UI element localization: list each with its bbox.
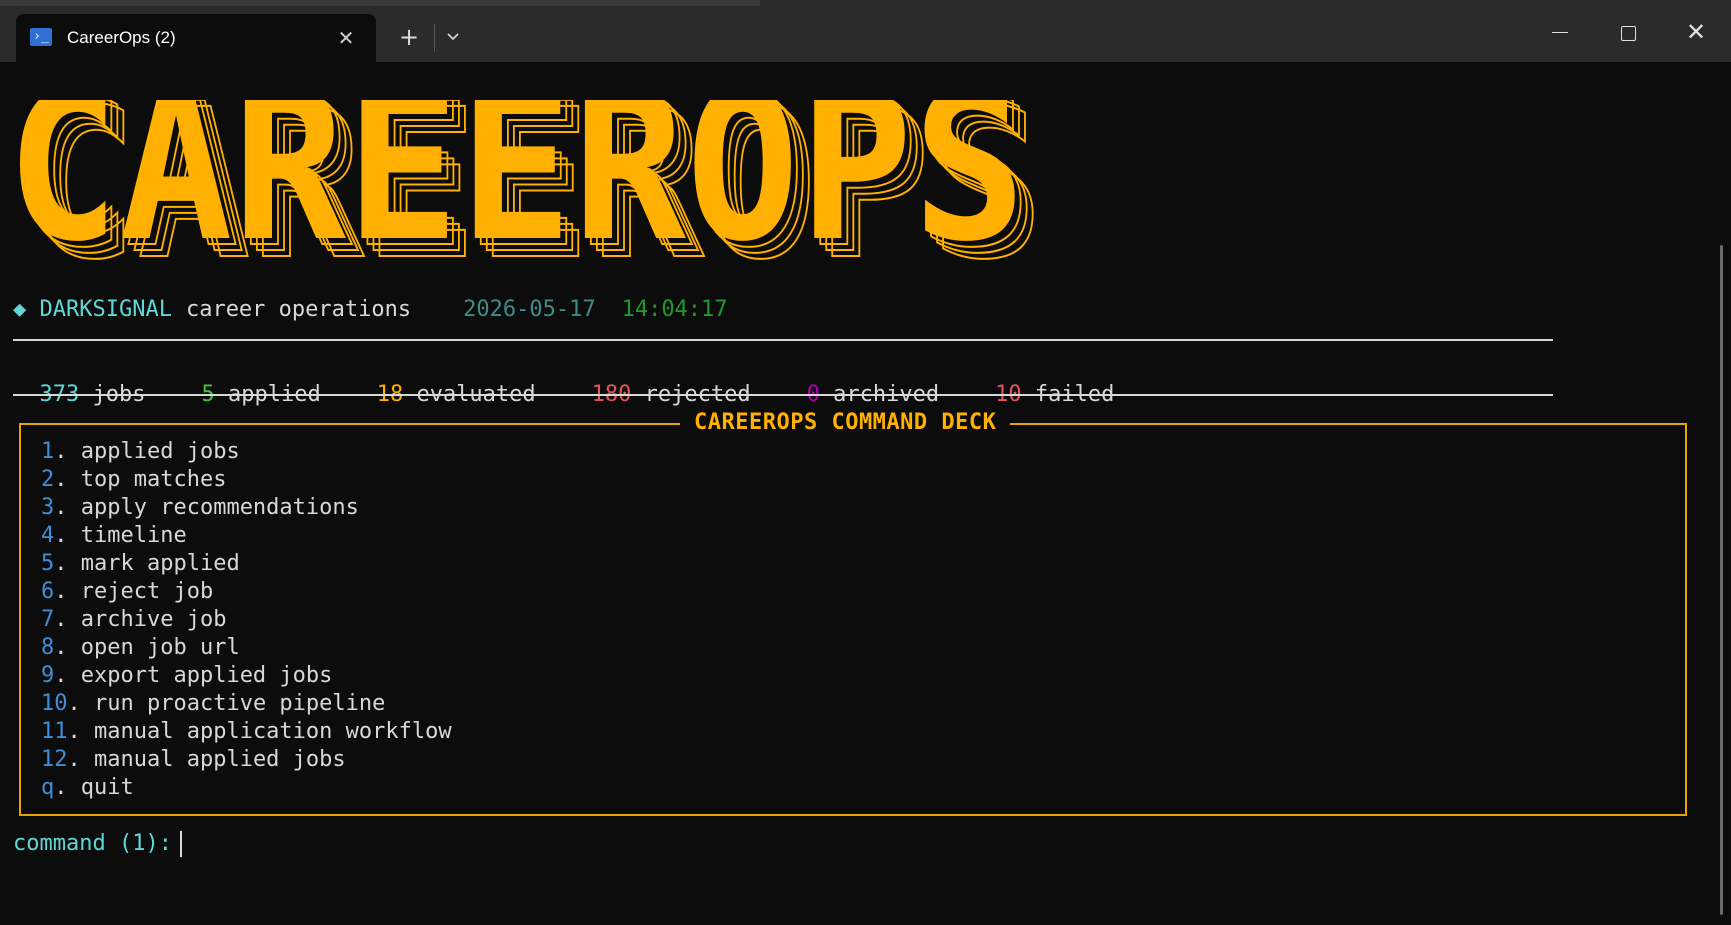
tab-careerops[interactable]: ›_ CareerOps (2) ✕ [16, 14, 376, 62]
powershell-icon: ›_ [30, 28, 52, 46]
new-tab-button[interactable]: + [392, 20, 426, 54]
header-row: ◆ DARKSIGNAL career operations 2026-05-17 1… [13, 296, 728, 324]
menu-item-timeline[interactable]: 4. timeline [41, 522, 452, 550]
menu-label: top matches [80, 467, 227, 492]
maximize-button[interactable] [1608, 18, 1648, 48]
careerops-banner: CAREEROPSCAREEROPSCAREEROPS CAREEROPS [6, 100, 1040, 265]
title-bar: ›_ CareerOps (2) ✕ + ✕ [0, 0, 1731, 62]
date: 2026-05-17 [463, 297, 596, 322]
menu-item-manual-applied-jobs[interactable]: 12. manual applied jobs [41, 746, 452, 774]
command-prompt[interactable]: command (1): [13, 830, 182, 858]
menu-key: q [41, 775, 55, 800]
command-menu: 1. applied jobs 2. top matches 3. apply … [41, 438, 452, 802]
menu-label: applied jobs [80, 439, 240, 464]
scrollbar[interactable] [1720, 245, 1723, 915]
menu-item-export-applied-jobs[interactable]: 9. export applied jobs [41, 662, 452, 690]
menu-label: manual applied jobs [94, 747, 346, 772]
prompt-label: command (1): [13, 831, 172, 856]
background-tab-strip [0, 0, 760, 6]
menu-key: 6 [41, 579, 55, 604]
stats-row: 373 jobs 5 applied 18 evaluated 180 rejecte… [13, 353, 1170, 409]
time: 14:04:17 [621, 297, 728, 322]
menu-label: apply recommendations [80, 495, 359, 520]
menu-item-archive-job[interactable]: 7. archive job [41, 606, 452, 634]
menu-label: open job url [80, 635, 240, 660]
menu-item-manual-application-workflow[interactable]: 11. manual application workflow [41, 718, 452, 746]
banner-text: CAREEROPS [6, 100, 1026, 265]
minimize-button[interactable] [1540, 18, 1580, 48]
menu-label: quit [80, 775, 134, 800]
tagline: career operations [185, 297, 412, 322]
divider [13, 339, 1553, 341]
menu-key: 10 [41, 691, 68, 716]
menu-item-top-matches[interactable]: 2. top matches [41, 466, 452, 494]
diamond-icon: ◆ [13, 297, 27, 322]
divider [13, 394, 1553, 396]
menu-label: mark applied [80, 551, 240, 576]
text-cursor [179, 831, 182, 857]
menu-key: 5 [41, 551, 55, 576]
menu-item-run-proactive-pipeline[interactable]: 10. run proactive pipeline [41, 690, 452, 718]
menu-item-applied-jobs[interactable]: 1. applied jobs [41, 438, 452, 466]
command-deck-title: CAREEROPS COMMAND DECK [680, 409, 1011, 437]
menu-key: 9 [41, 663, 55, 688]
menu-key: 8 [41, 635, 55, 660]
chevron-down-icon[interactable] [438, 20, 468, 54]
tab-divider [434, 24, 435, 52]
tab-close-icon[interactable]: ✕ [332, 24, 360, 52]
close-window-button[interactable]: ✕ [1676, 16, 1716, 48]
menu-key: 4 [41, 523, 55, 548]
brand-name: DARKSIGNAL [39, 297, 172, 322]
menu-key: 1 [41, 439, 55, 464]
menu-key: 7 [41, 607, 55, 632]
menu-item-apply-recommendations[interactable]: 3. apply recommendations [41, 494, 452, 522]
menu-label: manual application workflow [94, 719, 452, 744]
menu-label: reject job [80, 579, 214, 604]
menu-key: 3 [41, 495, 55, 520]
tab-title: CareerOps (2) [67, 28, 176, 47]
menu-key: 12 [41, 747, 68, 772]
menu-label: run proactive pipeline [94, 691, 386, 716]
menu-label: export applied jobs [80, 663, 333, 688]
menu-item-reject-job[interactable]: 6. reject job [41, 578, 452, 606]
menu-item-mark-applied[interactable]: 5. mark applied [41, 550, 452, 578]
menu-item-open-job-url[interactable]: 8. open job url [41, 634, 452, 662]
menu-label: archive job [80, 607, 227, 632]
menu-item-quit[interactable]: q. quit [41, 774, 452, 802]
menu-label: timeline [80, 523, 187, 548]
menu-key: 2 [41, 467, 55, 492]
menu-key: 11 [41, 719, 68, 744]
